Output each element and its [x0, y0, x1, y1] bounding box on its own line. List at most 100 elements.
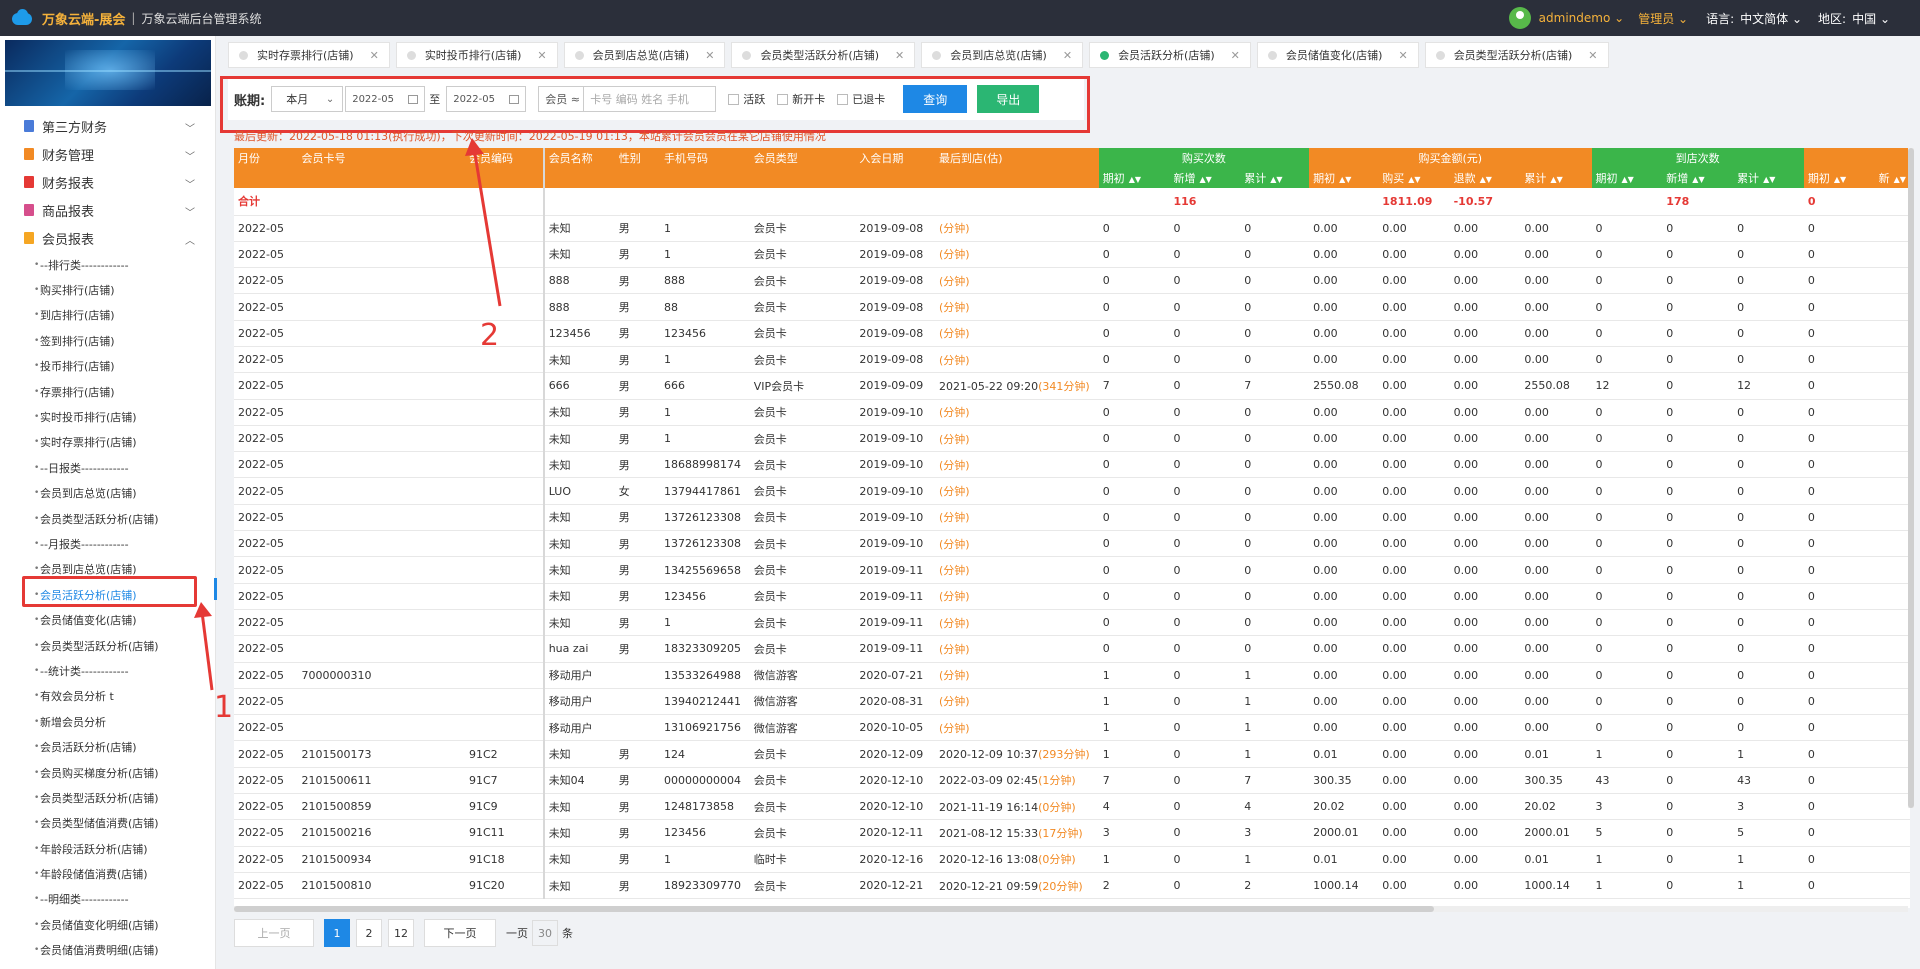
column-header[interactable]: 最后到店(估) [934, 148, 1099, 188]
report-table-container[interactable]: 月份 会员卡号 会员编码 会员名称 性别 手机号码 会员类型 入会日期 最后到店(估) 购买次数购… [234, 148, 1910, 908]
close-icon[interactable]: ✕ [705, 49, 714, 62]
sidebar-subitem[interactable]: 到店排行(店铺) [0, 303, 215, 328]
sidebar-subitem[interactable]: 会员到店总览(店铺) [0, 481, 215, 506]
vertical-scrollbar[interactable] [1908, 148, 1914, 808]
new-card-checkbox[interactable]: 新开卡 [777, 91, 825, 107]
table-row[interactable]: 2022-05 2101500934 91C18 未知男 1 临时卡 2020-12-16 2… [234, 846, 1910, 873]
sidebar-subitem[interactable]: 新增会员分析 [0, 709, 215, 734]
table-row[interactable]: 2022-05 7000000310 移动用户 13533264988 微信游客 2020… [234, 662, 1910, 689]
sidebar-subitem[interactable]: 会员储值变化明细(店铺) [0, 912, 215, 937]
avatar[interactable] [1508, 7, 1531, 29]
column-header[interactable]: 会员名称 [543, 148, 615, 188]
export-button[interactable]: 导出 [977, 85, 1040, 113]
date-to-input[interactable]: 2022-05 [446, 86, 527, 112]
sidebar-subitem[interactable]: 实时存票排行(店铺) [0, 430, 215, 455]
close-icon[interactable]: ✕ [1588, 49, 1597, 62]
table-row[interactable]: 2022-05 666 男 666 VIP会员卡 2019-09-09 2021-05-22… [234, 372, 1910, 400]
page-number-button[interactable]: 2 [356, 919, 382, 947]
table-row[interactable]: 2022-05 2101500173 91C2 未知男 124 会员卡 2020-12-09… [234, 740, 1910, 768]
sidebar-subitem[interactable]: 会员到店总览(店铺) [0, 557, 215, 582]
table-row[interactable]: 2022-05 未知男 13726123308 会员卡 2019-09-10 (分钟) 0 0… [234, 530, 1910, 558]
table-row[interactable]: 2022-05 未知男 1 会员卡 2019-09-10 (分钟) 0 0 0 0.00 0.00 0… [234, 399, 1910, 426]
table-row[interactable]: 2022-05 未知男 1 会员卡 2019-09-08 (分钟) 0 0 0 0.00 0.00 0… [234, 241, 1910, 269]
close-icon[interactable]: ✕ [1063, 49, 1072, 62]
last-visit-duration[interactable]: (20分钟) [1038, 880, 1083, 893]
page-number-button[interactable]: 12 [388, 919, 414, 947]
sidebar-subitem[interactable]: 签到排行(店铺) [0, 328, 215, 353]
tab-2[interactable]: 实时投币排行(店铺) ✕ [395, 42, 558, 68]
table-row[interactable]: 2022-05 未知男 13726123308 会员卡 2019-09-10 (分钟) 0 0… [234, 504, 1910, 532]
language-select[interactable]: 中文简体 ⌄ [1740, 10, 1802, 27]
tab-1[interactable]: 实时存票排行(店铺) ✕ [228, 42, 390, 68]
page-number-button[interactable]: 1 [324, 919, 350, 947]
table-row[interactable]: 2022-05 2101500810 91C20 未知男 18923309770 会员卡 2… [234, 872, 1910, 900]
horizontal-scrollbar[interactable] [234, 906, 1908, 912]
column-header[interactable]: 性别 [614, 148, 660, 188]
table-row[interactable]: 2022-05 LUO 女 13794417861 会员卡 2019-09-10 (分钟) 0… [234, 477, 1910, 505]
brand[interactable]: 万象云端-展会 | 万象云端后台管理系统 [0, 0, 261, 36]
table-row[interactable]: 2022-05 移动用户 13940212441 微信游客 2020-08-31 (分钟)… [234, 688, 1910, 716]
sidebar-subitem[interactable]: --日报类------------ [0, 455, 215, 480]
sortable-subheader[interactable]: 期初 ▲▼ [1591, 168, 1663, 188]
column-header[interactable]: 会员类型 [749, 148, 856, 188]
sidebar-subitem[interactable]: 会员储值变化(店铺) [0, 607, 215, 632]
table-row[interactable]: 2022-05 888 男 88 会员卡 2019-09-08 (分钟) 0 0 0 0.00 0.0… [234, 293, 1910, 321]
scrollbar-thumb[interactable] [234, 906, 1434, 912]
tab-3[interactable]: 会员到店总览(店铺) ✕ [563, 42, 726, 68]
last-visit-duration[interactable]: (0分钟) [1038, 801, 1076, 814]
tab-4[interactable]: 会员类型活跃分析(店铺) ✕ [731, 42, 916, 68]
sidebar-group[interactable]: 商品报表 ﹀ [0, 196, 215, 224]
search-input[interactable]: 卡号 编码 姓名 手机 [584, 86, 717, 112]
sidebar-group[interactable]: 财务报表 ﹀ [0, 168, 215, 196]
user-menu[interactable]: admindemo ⌄ [1539, 11, 1625, 25]
table-row[interactable]: 2022-05 888 男 888 会员卡 2019-09-08 (分钟) 0 0 0 0.00 0.… [234, 267, 1910, 295]
table-row[interactable]: 2022-05 2101500216 91C11 未知男 123456 会员卡 2020-1… [234, 819, 1910, 847]
sidebar-subitem[interactable]: 会员类型活跃分析(店铺) [0, 506, 215, 531]
sidebar-subitem[interactable]: 会员类型活跃分析(店铺) [0, 633, 215, 658]
last-visit-duration[interactable]: (341分钟) [1038, 380, 1090, 393]
sortable-subheader[interactable]: 累计 ▲▼ [1733, 168, 1804, 188]
table-row[interactable]: 2022-05 未知男 13425569658 会员卡 2019-09-11 (分钟) 0 0… [234, 556, 1910, 584]
next-page-button[interactable]: 下一页 [424, 919, 496, 947]
close-icon[interactable]: ✕ [537, 49, 546, 62]
column-header[interactable]: 会员卡号 [297, 148, 465, 188]
sidebar-subitem[interactable]: 有效会员分析 t [0, 684, 215, 709]
query-button[interactable]: 查询 [903, 85, 968, 113]
table-row[interactable]: 2022-05 hua zai 男 18323309205 会员卡 2019-09-11(… [234, 635, 1910, 663]
sortable-subheader[interactable]: 新增 ▲▼ [1169, 168, 1241, 188]
sidebar-group[interactable]: 会员报表 ︿ [0, 224, 215, 252]
active-checkbox[interactable]: 活跃 [728, 91, 765, 107]
sidebar-subitem[interactable]: 会员升级历史(店铺) [0, 963, 215, 969]
sidebar-subitem[interactable]: 存票排行(店铺) [0, 379, 215, 404]
sidebar-subitem[interactable]: --明细类------------ [0, 887, 215, 912]
tab-7[interactable]: 会员储值变化(店铺) ✕ [1256, 42, 1419, 68]
sidebar-subitem[interactable]: 会员活跃分析(店铺) [0, 734, 215, 759]
role-menu[interactable]: 管理员 ⌄ [1638, 10, 1688, 27]
sortable-subheader[interactable]: 新增 ▲▼ [1662, 168, 1734, 188]
column-header[interactable]: 手机号码 [659, 148, 750, 188]
tab-6[interactable]: 会员活跃分析(店铺) ✕ [1089, 42, 1251, 68]
sortable-subheader[interactable]: 期初 ▲▼ [1098, 168, 1170, 188]
sidebar-group[interactable]: 第三方财务 ﹀ [0, 112, 215, 140]
region-select[interactable]: 中国 ⌄ [1852, 10, 1890, 27]
table-row[interactable]: 2022-05 未知男 1 会员卡 2019-09-10 (分钟) 0 0 0 0.00 0.00 0… [234, 425, 1910, 453]
sidebar-subitem[interactable]: --统计类------------ [0, 658, 215, 683]
returned-card-checkbox[interactable]: 已退卡 [837, 91, 885, 107]
sidebar-subitem[interactable]: 实时投币排行(店铺) [0, 404, 215, 429]
sidebar-subitem[interactable]: 会员类型活跃分析(店铺) [0, 785, 215, 810]
column-header[interactable]: 月份 [234, 148, 298, 188]
close-icon[interactable]: ✕ [370, 49, 379, 62]
sidebar-subitem[interactable]: --排行类------------ [0, 252, 215, 277]
table-row[interactable]: 2022-05 未知男 18688998174 会员卡 2019-09-10 (分钟) 0 0… [234, 451, 1910, 479]
tab-8[interactable]: 会员类型活跃分析(店铺) ✕ [1424, 42, 1609, 68]
close-icon[interactable]: ✕ [895, 49, 904, 62]
scrollbar-thumb[interactable] [1908, 148, 1914, 808]
sidebar-subitem[interactable]: 年龄段活跃分析(店铺) [0, 836, 215, 861]
column-header[interactable]: 会员编码 [465, 148, 545, 188]
date-from-input[interactable]: 2022-05 [345, 86, 426, 112]
sidebar-subitem[interactable]: 购买排行(店铺) [0, 277, 215, 302]
table-row[interactable]: 2022-05 未知男 1 会员卡 2019-09-11 (分钟) 0 0 0 0.00 0.00 0… [234, 609, 1910, 637]
table-row[interactable]: 2022-05 2101500611 91C7 未知04 男 00000000004 会员卡… [234, 767, 1910, 795]
sortable-subheader[interactable]: 累计 ▲▼ [1240, 168, 1310, 188]
sidebar-subitem[interactable]: 会员储值消费明细(店铺) [0, 938, 215, 963]
